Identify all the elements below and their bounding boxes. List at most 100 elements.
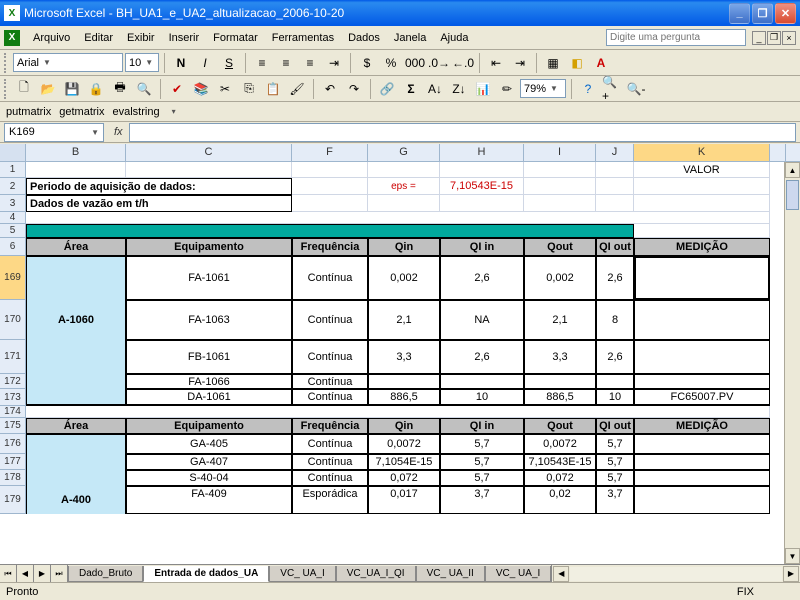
name-box[interactable]: K169▼ — [4, 123, 104, 142]
drawing-button[interactable]: ✏ — [496, 78, 518, 100]
cell[interactable]: Dados de vazão em t/h — [26, 195, 292, 212]
fx-icon[interactable]: fx — [114, 126, 123, 138]
cell[interactable]: FA-1066 — [126, 374, 292, 389]
menu-dados[interactable]: Dados — [341, 30, 387, 46]
cell[interactable]: 5,7 — [440, 434, 524, 454]
cell[interactable] — [26, 340, 126, 374]
chart-wizard-button[interactable]: 📊 — [472, 78, 494, 100]
cell[interactable] — [634, 434, 770, 454]
decrease-indent-button[interactable]: ⇤ — [485, 52, 507, 74]
cell[interactable] — [524, 178, 596, 195]
undo-button[interactable]: ↶ — [319, 78, 341, 100]
tab-nav-next[interactable]: ▶ — [34, 565, 51, 582]
paste-button[interactable]: 📋 — [262, 78, 284, 100]
font-color-button[interactable]: A — [590, 52, 612, 74]
redo-button[interactable]: ↷ — [343, 78, 365, 100]
menu-ferramentas[interactable]: Ferramentas — [265, 30, 341, 46]
row-header[interactable]: 169 — [0, 256, 26, 300]
cell[interactable]: 8 — [596, 300, 634, 340]
col-header-J[interactable]: J — [596, 144, 634, 161]
cell[interactable] — [26, 406, 770, 418]
row-header[interactable]: 171 — [0, 340, 26, 374]
cell[interactable] — [596, 178, 634, 195]
sheet-tab[interactable]: VC_ UA_I — [269, 566, 335, 582]
help-button[interactable]: ? — [577, 78, 599, 100]
row-header[interactable]: 5 — [0, 224, 26, 238]
menu-exibir[interactable]: Exibir — [120, 30, 162, 46]
table-header[interactable]: Frequência — [292, 238, 368, 256]
row-header[interactable]: 173 — [0, 389, 26, 406]
col-header-I[interactable]: I — [524, 144, 596, 161]
cell[interactable]: Periodo de aquisição de dados: — [26, 178, 292, 195]
cell[interactable] — [596, 374, 634, 389]
fill-color-button[interactable]: ◧ — [566, 52, 588, 74]
table-header[interactable]: Área — [26, 238, 126, 256]
cell[interactable]: GA-405 — [126, 434, 292, 454]
open-button[interactable]: 📂 — [37, 78, 59, 100]
cell[interactable]: 5,7 — [596, 454, 634, 470]
cell[interactable] — [292, 195, 368, 212]
sheet-tab[interactable]: VC_ UA_I — [485, 566, 551, 582]
cell[interactable] — [26, 212, 770, 224]
cell[interactable] — [26, 256, 126, 300]
tab-nav-first[interactable]: ⏮ — [0, 565, 17, 582]
cell[interactable]: 2,1 — [368, 300, 440, 340]
table-header[interactable]: MEDIÇÃO — [634, 238, 770, 256]
cell[interactable] — [440, 374, 524, 389]
cell[interactable]: 3,7 — [440, 486, 524, 514]
cell[interactable]: Contínua — [292, 374, 368, 389]
cell[interactable] — [26, 374, 126, 389]
research-button[interactable]: 📚 — [190, 78, 212, 100]
help-search-input[interactable] — [606, 29, 746, 46]
cell[interactable]: A-1060 — [26, 300, 126, 340]
cell[interactable]: 0,072 — [368, 470, 440, 486]
horizontal-scrollbar[interactable]: ◀ ▶ — [551, 565, 800, 582]
print-preview-button[interactable]: 🔍 — [133, 78, 155, 100]
close-button[interactable]: ✕ — [775, 3, 796, 24]
borders-button[interactable]: ▦ — [542, 52, 564, 74]
maximize-button[interactable]: ❐ — [752, 3, 773, 24]
cell[interactable] — [634, 224, 770, 238]
cell[interactable]: 10 — [596, 389, 634, 406]
cell[interactable] — [634, 300, 770, 340]
table-header[interactable]: Qin — [368, 418, 440, 434]
cell[interactable] — [26, 224, 634, 238]
menu-arquivo[interactable]: Arquivo — [26, 30, 77, 46]
sheet-tab-active[interactable]: Entrada de dados_UA — [143, 566, 269, 582]
cell[interactable] — [524, 162, 596, 178]
row-header[interactable]: 174 — [0, 406, 26, 418]
cell[interactable] — [126, 162, 292, 178]
format-painter-button[interactable]: 🖌 — [286, 78, 308, 100]
increase-indent-button[interactable]: ⇥ — [509, 52, 531, 74]
cell[interactable]: DA-1061 — [126, 389, 292, 406]
scroll-up-button[interactable]: ▲ — [785, 162, 800, 178]
row-header[interactable]: 176 — [0, 434, 26, 454]
spelling-button[interactable]: ✔ — [166, 78, 188, 100]
italic-button[interactable]: I — [194, 52, 216, 74]
cell[interactable]: Contínua — [292, 256, 368, 300]
new-button[interactable]: 🗋 — [13, 78, 35, 100]
putmatrix-button[interactable]: putmatrix — [6, 106, 51, 118]
cell[interactable]: 3,7 — [596, 486, 634, 514]
cell[interactable]: FC65007.PV — [634, 389, 770, 406]
cell[interactable]: S-40-04 — [126, 470, 292, 486]
row-header[interactable]: 2 — [0, 178, 26, 195]
underline-button[interactable]: S — [218, 52, 240, 74]
table-header[interactable]: Qin — [368, 238, 440, 256]
copy-button[interactable]: ⎘ — [238, 78, 260, 100]
cell[interactable] — [634, 178, 770, 195]
row-header[interactable]: 4 — [0, 212, 26, 224]
cell[interactable]: A-400 — [26, 486, 126, 514]
select-all-corner[interactable] — [0, 144, 26, 161]
scroll-right-button[interactable]: ▶ — [783, 566, 799, 582]
table-header[interactable]: QI out — [596, 238, 634, 256]
zoom-in-button[interactable]: 🔍+ — [601, 78, 623, 100]
scroll-down-button[interactable]: ▼ — [785, 548, 800, 564]
zoom-combo[interactable]: 79%▼ — [520, 79, 566, 98]
cell[interactable]: 7,10543E-15 — [524, 454, 596, 470]
cell[interactable]: 7,10543E-15 — [440, 178, 524, 195]
mdi-restore-button[interactable]: ❐ — [767, 31, 781, 45]
cell[interactable]: 2,6 — [596, 256, 634, 300]
cell[interactable] — [368, 162, 440, 178]
cell[interactable] — [634, 195, 770, 212]
